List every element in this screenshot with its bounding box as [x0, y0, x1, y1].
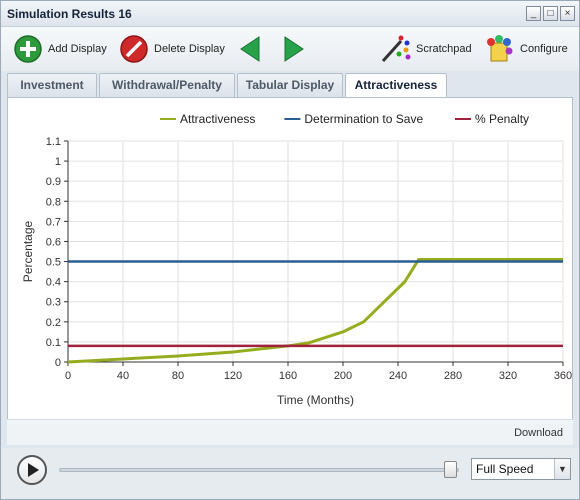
delete-display-button[interactable]: Delete Display [119, 33, 225, 65]
speed-select[interactable]: Full Speed ▼ [471, 458, 571, 480]
play-icon [28, 463, 39, 477]
add-display-label: Add Display [48, 43, 107, 55]
scratchpad-button[interactable]: Scratchpad [379, 33, 472, 65]
minimize-button[interactable]: _ [526, 6, 541, 21]
play-button[interactable] [17, 455, 47, 485]
x-tick-label: 120 [224, 370, 242, 382]
add-display-button[interactable]: Add Display [13, 33, 107, 65]
title-bar: Simulation Results 16 _ □ × [1, 1, 579, 27]
attractiveness-chart: 0 40 80 120 160 200 240 280 320 360 0 0.1 0.2 0.3 0.4 0… [21, 112, 572, 407]
tab-investment[interactable]: Investment [7, 73, 97, 97]
next-display-button[interactable] [283, 33, 305, 65]
arrow-left-icon [240, 36, 260, 62]
window-title: Simulation Results 16 [7, 7, 132, 21]
y-tick-label: 0.2 [46, 317, 61, 329]
y-tick-label: 0 [55, 357, 61, 369]
x-tick-label: 80 [172, 370, 184, 382]
y-tick-label: 1 [55, 156, 61, 168]
toolbar: Add Display Delete Display Scratchpad Co… [1, 27, 579, 71]
y-tick-label: 0.6 [46, 236, 61, 248]
tab-attractiveness[interactable]: Attractiveness [345, 73, 447, 98]
tab-withdrawal-penalty[interactable]: Withdrawal/Penalty [99, 73, 235, 97]
y-tick-label: 0.8 [46, 196, 61, 208]
playback-slider[interactable] [59, 468, 459, 472]
x-tick-label: 320 [499, 370, 517, 382]
tab-tabular-display[interactable]: Tabular Display [237, 73, 343, 97]
window-controls: _ □ × [526, 6, 575, 21]
previous-display-button[interactable] [239, 33, 261, 65]
configure-icon [487, 35, 513, 62]
y-tick-label: 0.5 [46, 257, 61, 269]
chevron-down-icon: ▼ [554, 459, 570, 479]
legend-label: Attractiveness [180, 112, 255, 126]
delete-icon [120, 35, 148, 63]
x-axis-label: Time (Months) [277, 393, 354, 407]
close-button[interactable]: × [560, 6, 575, 21]
y-tick-label: 1.1 [46, 136, 61, 148]
scratchpad-label: Scratchpad [416, 43, 472, 55]
delete-display-label: Delete Display [154, 43, 225, 55]
arrow-right-icon [284, 36, 304, 62]
y-tick-label: 0.3 [46, 297, 61, 309]
legend-label: Determination to Save [304, 112, 423, 126]
y-tick-label: 0.4 [46, 277, 61, 289]
x-tick-label: 360 [554, 370, 572, 382]
configure-button[interactable]: Configure [483, 33, 568, 65]
maximize-button[interactable]: □ [543, 6, 558, 21]
chart-footer: Download [7, 419, 573, 445]
add-icon [14, 35, 42, 63]
x-tick-label: 0 [65, 370, 71, 382]
download-link[interactable]: Download [514, 427, 563, 439]
simulation-results-window: Simulation Results 16 _ □ × Add Display … [0, 0, 580, 500]
x-tick-label: 200 [334, 370, 352, 382]
y-tick-label: 0.9 [46, 176, 61, 188]
x-tick-label: 160 [279, 370, 297, 382]
x-tick-label: 40 [117, 370, 129, 382]
playback-slider-thumb[interactable] [444, 461, 457, 478]
y-axis-label: Percentage [21, 220, 35, 282]
configure-label: Configure [520, 43, 568, 55]
x-tick-label: 240 [389, 370, 407, 382]
y-tick-label: 0.7 [46, 216, 61, 228]
speed-select-value: Full Speed [476, 462, 534, 476]
legend-label: % Penalty [475, 112, 529, 126]
playback-bar: Full Speed ▼ [1, 448, 579, 499]
chart-panel: 0 40 80 120 160 200 240 280 320 360 0 0.1 0.2 0.3 0.4 0… [7, 97, 573, 445]
x-tick-label: 280 [444, 370, 462, 382]
scratchpad-icon [381, 35, 411, 63]
y-tick-label: 0.1 [46, 337, 61, 349]
